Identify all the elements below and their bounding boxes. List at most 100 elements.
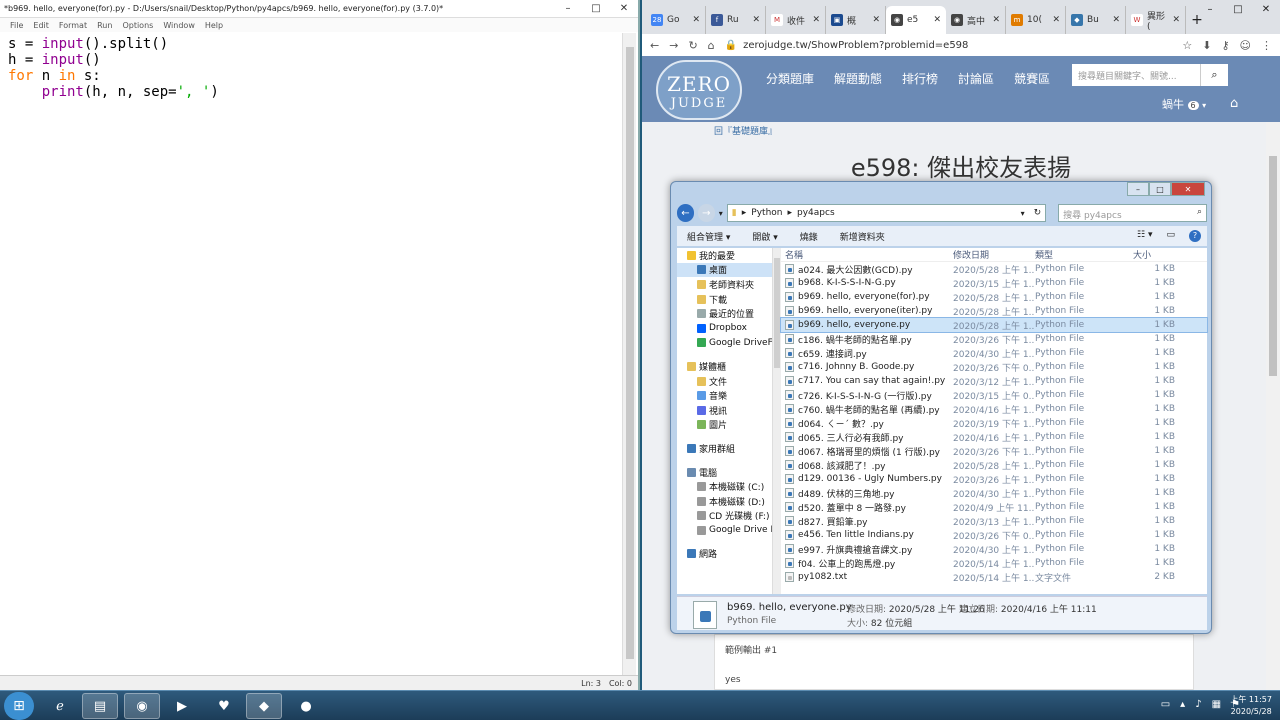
file-row[interactable]: c186. 蝸牛老師的點名單.py 2020/3/26 下午 1... Python… — [781, 332, 1207, 346]
maximize-button[interactable]: □ — [1149, 182, 1171, 196]
nav-item[interactable]: 本機磁碟 (C:) — [677, 479, 772, 494]
user-menu[interactable]: 蝸牛 6 ▾ — [1162, 96, 1206, 112]
zerojudge-logo[interactable]: ZERO JUDGE — [656, 60, 742, 120]
back-icon[interactable]: ← — [650, 39, 659, 52]
nav-item[interactable]: 我的最愛 — [677, 248, 772, 263]
browser-tab[interactable]: 28 Go ✕ — [646, 6, 706, 34]
chevron-down-icon[interactable]: ▾ — [719, 209, 723, 218]
column-type[interactable]: 類型 — [1035, 248, 1125, 261]
path-breadcrumb[interactable]: ▮ ▸ Python ▸ py4apcs ▾ ↻ — [726, 204, 1047, 222]
column-date[interactable]: 修改日期 — [953, 248, 1035, 261]
file-row[interactable]: d129. 00136 - Ugly Numbers.py 2020/3/26 上… — [781, 472, 1207, 486]
breadcrumb[interactable]: 回『基礎題庫』 — [714, 124, 777, 137]
file-row[interactable]: c716. Johnny B. Goode.py 2020/3/26 下午 0..… — [781, 360, 1207, 374]
nav-item[interactable]: 網路 — [677, 547, 772, 562]
file-row[interactable]: c659. 連接詞.py 2020/4/30 上午 1... Python File… — [781, 346, 1207, 360]
menu-edit[interactable]: Edit — [33, 21, 49, 30]
close-icon[interactable]: ✕ — [692, 15, 700, 25]
path-segment[interactable]: py4apcs — [797, 208, 835, 218]
close-icon[interactable]: ✕ — [872, 15, 880, 25]
file-row[interactable]: d068. 該減肥了！.py 2020/5/28 上午 1... Python Fi… — [781, 458, 1207, 472]
page-scrollbar[interactable] — [1266, 122, 1280, 690]
file-row[interactable]: d827. 買鉛筆.py 2020/3/13 上午 1... Python File… — [781, 514, 1207, 528]
close-button[interactable]: ✕ — [610, 0, 638, 18]
more-icon[interactable]: ⋮ — [1261, 39, 1272, 52]
maximize-button[interactable]: □ — [582, 0, 610, 18]
file-row[interactable]: b969. hello, everyone.py 2020/5/28 上午 1..… — [780, 317, 1208, 333]
refresh-icon[interactable]: ↻ — [1030, 208, 1046, 218]
file-row[interactable]: e456. Ten little Indians.py 2020/3/26 下午 … — [781, 528, 1207, 542]
home-icon[interactable]: ⌂ — [708, 39, 715, 52]
back-icon[interactable]: ← — [677, 204, 694, 222]
menu-window[interactable]: Window — [163, 21, 195, 30]
media-player-icon[interactable]: ▶ — [164, 693, 200, 719]
maximize-button[interactable]: □ — [1224, 0, 1252, 18]
nav-item[interactable]: 家用群組 — [677, 441, 772, 456]
close-icon[interactable]: ✕ — [1172, 15, 1180, 25]
close-icon[interactable]: ✕ — [933, 15, 941, 25]
nav-item[interactable]: Dropbox — [677, 321, 772, 336]
code-editor[interactable]: s = input().split() h = input() for n in s… — [0, 33, 622, 675]
address-bar[interactable]: 🔒 zerojudge.tw/ShowProblem?problemid=e59… — [724, 36, 1173, 54]
nav-status[interactable]: 解題動態 — [834, 70, 882, 87]
menu-run[interactable]: Run — [97, 21, 112, 30]
nav-item[interactable]: 最近的位置 — [677, 306, 772, 321]
close-icon[interactable]: ✕ — [812, 15, 820, 25]
file-row[interactable]: d520. 蓋單中 8 一路發.py 2020/4/9 上午 11... Pytho… — [781, 500, 1207, 514]
new-folder-button[interactable]: 新增資料夾 — [840, 230, 885, 243]
problem-search-input[interactable]: 搜尋題目關鍵字、關號... — [1072, 64, 1200, 86]
menu-options[interactable]: Options — [122, 21, 153, 30]
nav-item[interactable]: Google Drive Fil — [677, 523, 772, 538]
app-icon[interactable]: ♥ — [206, 693, 242, 719]
explorer-search-input[interactable]: 搜尋 py4apcs ⌕ — [1058, 204, 1208, 222]
file-row[interactable]: c760. 蝸牛老師的點名單 (再續).py 2020/4/16 上午 1... P… — [781, 402, 1207, 416]
star-icon[interactable]: ☆ — [1182, 39, 1192, 52]
nav-item[interactable]: 下載 — [677, 292, 772, 307]
nav-ranking[interactable]: 排行榜 — [902, 70, 938, 87]
close-button[interactable]: ✕ — [1171, 182, 1205, 196]
nav-item[interactable]: 音樂 — [677, 388, 772, 403]
home-icon[interactable]: ⌂ — [1230, 96, 1238, 111]
browser-tab[interactable]: ▣ 概 ✕ — [826, 6, 886, 34]
file-row[interactable]: a024. 最大公因數(GCD).py 2020/5/28 上午 1... Pyth… — [781, 262, 1207, 276]
browser-tab[interactable]: ◆ Bu ✕ — [1066, 6, 1126, 34]
nav-item[interactable]: 老師資料夾 — [677, 277, 772, 292]
file-row[interactable]: d067. 格瑞哥里的煩惱 (1 行版).py 2020/3/26 下午 1...… — [781, 444, 1207, 458]
start-button[interactable]: ⊞ — [4, 692, 34, 720]
nav-item[interactable]: 電腦 — [677, 465, 772, 480]
menu-help[interactable]: Help — [205, 21, 223, 30]
open-button[interactable]: 開啟 ▾ — [752, 230, 777, 243]
minimize-button[interactable]: – — [1127, 182, 1149, 196]
column-size[interactable]: 大小 — [1125, 248, 1175, 261]
nav-item[interactable]: CD 光碟機 (F:) — [677, 509, 772, 524]
browser-tab[interactable]: W 異形 (✕ — [1126, 6, 1186, 34]
preview-pane-icon[interactable]: ▭ — [1166, 230, 1175, 242]
python-icon[interactable]: ◆ — [246, 693, 282, 719]
file-row[interactable]: d489. 伏林的三角地.py 2020/4/30 上午 1... Python F… — [781, 486, 1207, 500]
forward-icon[interactable]: → — [697, 204, 715, 222]
search-icon[interactable]: ⌕ — [1200, 64, 1228, 86]
nav-item[interactable]: 本機磁碟 (D:) — [677, 494, 772, 509]
file-row[interactable]: f04. 公車上的跑馬燈.py 2020/5/14 上午 1... Python F… — [781, 556, 1207, 570]
browser-tab[interactable]: M 收件 ✕ — [766, 6, 826, 34]
help-icon[interactable]: ? — [1189, 230, 1201, 242]
burn-button[interactable]: 燒錄 — [800, 230, 818, 243]
chevron-down-icon[interactable]: ▾ — [1021, 209, 1025, 218]
file-row[interactable]: b968. K-I-S-S-I-N-G.py 2020/3/15 上午 1... P… — [781, 276, 1207, 290]
organize-button[interactable]: 組合管理 ▾ — [687, 230, 730, 243]
tray-arrow-icon[interactable]: ▴ — [1180, 699, 1185, 710]
nav-item[interactable]: 桌面 — [677, 262, 772, 278]
file-row[interactable]: b969. hello, everyone(for).py 2020/5/28 上… — [781, 290, 1207, 304]
file-row[interactable]: d065. 三人行必有我師.py 2020/4/16 上午 1... Python … — [781, 430, 1207, 444]
extension-icon[interactable]: ⬇ — [1202, 39, 1211, 52]
minimize-button[interactable]: – — [1196, 0, 1224, 18]
close-icon[interactable]: ✕ — [992, 15, 1000, 25]
key-icon[interactable]: ⚷ — [1221, 39, 1229, 52]
close-icon[interactable]: ✕ — [752, 15, 760, 25]
avatar[interactable]: ☺ — [1240, 39, 1251, 52]
editor-scrollbar[interactable] — [622, 33, 636, 675]
browser-tab[interactable]: ◉ e5 ✕ — [886, 6, 946, 34]
menu-file[interactable]: File — [10, 21, 23, 30]
scrollbar-thumb[interactable] — [626, 47, 634, 659]
browser-tab[interactable]: m 10(✕ — [1006, 6, 1066, 34]
